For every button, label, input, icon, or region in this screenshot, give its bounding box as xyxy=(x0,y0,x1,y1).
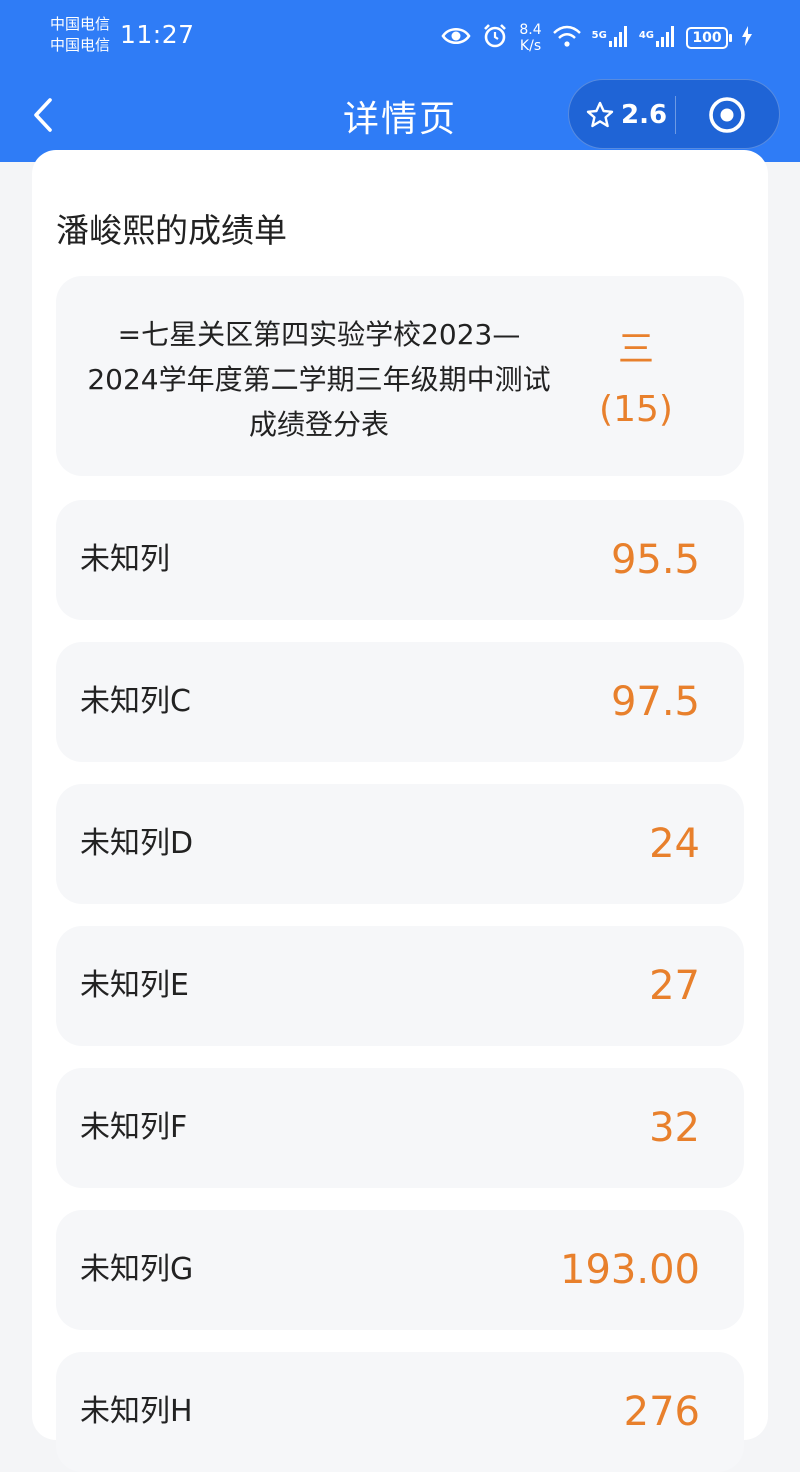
score-value: 97.5 xyxy=(610,679,700,725)
score-value: 27 xyxy=(649,963,700,1009)
score-value: 193.00 xyxy=(560,1247,700,1293)
score-row: 未知列E 27 xyxy=(56,926,744,1046)
grade-value: 三 xyxy=(617,329,654,370)
speed-value: 8.4 xyxy=(519,22,542,38)
status-icons: 8.4 K/s 5G 4G 100 xyxy=(441,18,752,58)
class-value: (15) xyxy=(599,389,673,430)
close-program-button[interactable] xyxy=(707,95,747,135)
score-label: 未知列E xyxy=(80,968,189,1003)
score-label: 未知列G xyxy=(80,1252,194,1287)
score-row: 未知列G 193.00 xyxy=(56,1210,744,1330)
signal-group-1: 5G xyxy=(592,25,629,51)
star-icon xyxy=(586,101,614,128)
favorite-button[interactable]: 2.6 xyxy=(585,80,667,150)
signal-icon xyxy=(656,25,676,51)
exam-class: 三 (15) xyxy=(576,320,696,440)
score-label: 未知列D xyxy=(80,826,194,861)
carrier-info: 中国电信 中国电信 xyxy=(50,14,110,56)
score-row: 未知列C 97.5 xyxy=(56,642,744,762)
speed-unit: K/s xyxy=(519,38,542,54)
score-row: 未知列H 276 xyxy=(56,1352,744,1472)
score-row: 未知列F 32 xyxy=(56,1068,744,1188)
carrier-label-1: 中国电信 xyxy=(50,15,111,33)
card-title: 潘峻熙的成绩单 xyxy=(56,211,287,250)
signal-icon xyxy=(608,25,629,51)
score-value: 276 xyxy=(623,1389,700,1435)
score-value: 24 xyxy=(649,821,700,867)
score-row: 未知列 95.5 xyxy=(56,500,744,620)
eye-icon xyxy=(441,25,471,51)
score-label: 未知列C xyxy=(80,684,191,719)
score-label: 未知列 xyxy=(80,542,170,577)
score-label: 未知列F xyxy=(80,1110,188,1145)
navigation-bar: 详情页 2.6 xyxy=(0,68,800,162)
rating-value: 2.6 xyxy=(621,100,668,130)
status-bar: 中国电信 中国电信 11:27 8.4 K/s 5G 4G 100 xyxy=(0,0,800,68)
carrier-label-2: 中国电信 xyxy=(50,36,111,54)
app-header: 中国电信 中国电信 11:27 8.4 K/s 5G 4G 100 详情页 2.… xyxy=(0,0,800,162)
exam-name: =七星关区第四实验学校2023—2024学年度第二学期三年级期中测试成绩登分表 xyxy=(87,318,551,441)
score-label: 未知列H xyxy=(80,1394,193,1429)
battery-icon: 100 xyxy=(686,27,732,49)
mini-program-capsule: 2.6 xyxy=(568,79,780,149)
battery-level: 100 xyxy=(686,27,728,49)
net-type-label: 4G xyxy=(638,30,654,41)
charging-icon xyxy=(742,26,752,50)
network-speed: 8.4 K/s xyxy=(519,22,541,54)
score-value: 32 xyxy=(649,1105,700,1151)
status-time: 11:27 xyxy=(120,20,195,49)
target-icon xyxy=(709,97,745,133)
signal-group-2: 4G xyxy=(639,25,676,51)
alarm-icon xyxy=(481,22,509,54)
exam-info-row: =七星关区第四实验学校2023—2024学年度第二学期三年级期中测试成绩登分表 … xyxy=(56,276,744,476)
score-row: 未知列D 24 xyxy=(56,784,744,904)
score-value: 95.5 xyxy=(610,537,700,583)
net-type-label: 5G xyxy=(591,30,607,41)
score-card: 潘峻熙的成绩单 =七星关区第四实验学校2023—2024学年度第二学期三年级期中… xyxy=(32,150,768,1472)
capsule-divider xyxy=(675,96,676,134)
wifi-icon xyxy=(552,24,582,52)
